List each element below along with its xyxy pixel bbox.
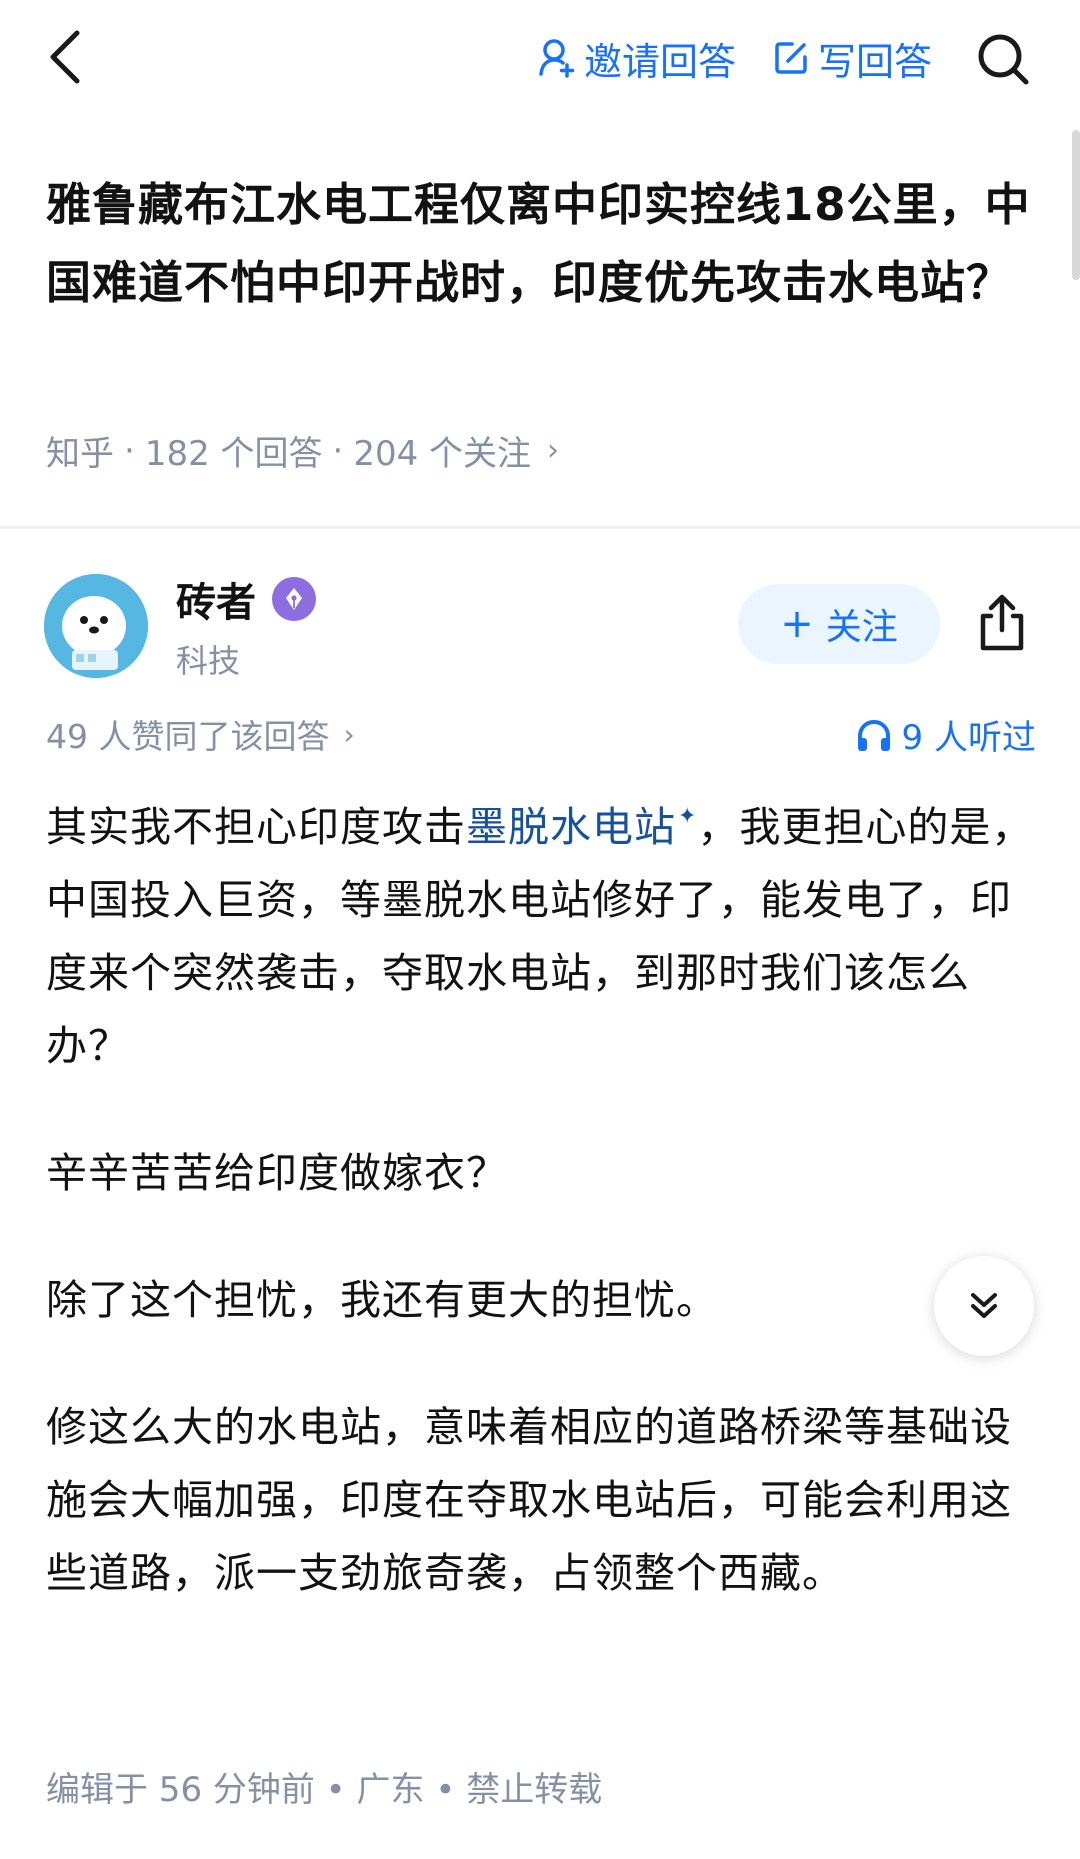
search-button[interactable] — [970, 26, 1036, 92]
share-icon — [980, 594, 1024, 651]
back-button[interactable] — [30, 22, 100, 92]
section-divider — [0, 526, 1080, 529]
votes-link[interactable]: 49 人赞同了该回答 › — [46, 710, 355, 758]
double-chevron-down-icon — [971, 1293, 997, 1318]
answers-count: 182 个回答 — [144, 434, 323, 474]
answer-text: 其实我不担心印度攻击 — [46, 803, 466, 851]
answer-paragraph: 辛辛苦苦给印度做嫁衣？ — [46, 1149, 508, 1197]
keyword-text: 墨脱水电站 — [466, 803, 676, 851]
answer-page: 邀请回答 写回答 雅鲁藏布江水电工程仅离中印实控线18公里，中国难道不怕中印开战… — [0, 0, 1080, 1859]
expand-button[interactable] — [934, 1256, 1034, 1356]
author-tag: 科技 — [176, 642, 241, 680]
answer-paragraph: 除了这个担忧，我还有更大的担忧。 — [46, 1276, 718, 1324]
answer-paragraph: 修这么大的水电站，意味着相应的道路桥梁等基础设施会大幅加强，印度在夺取水电站后，… — [46, 1403, 1012, 1597]
plus-icon: + — [780, 601, 814, 647]
listens-text: 9 人听过 — [901, 718, 1036, 758]
top-bar: 邀请回答 写回答 — [0, 0, 1080, 120]
sparkle-icon: ✦ — [678, 804, 698, 829]
chevron-right-icon: › — [547, 433, 560, 468]
write-answer-button[interactable]: 写回答 — [772, 30, 932, 86]
edit-meta: 编辑于 56 分钟前 • 广东 • 禁止转载 — [46, 1770, 603, 1810]
invite-answer-button[interactable]: 邀请回答 — [538, 30, 736, 86]
question-meta[interactable]: 知乎 · 182 个回答 · 204 个关注 › — [46, 426, 559, 475]
person-plus-icon — [539, 39, 575, 78]
edit-icon — [775, 42, 807, 74]
question-source: 知乎 — [46, 434, 114, 474]
meta-separator: · — [124, 430, 135, 471]
pen-nib-icon — [272, 577, 316, 621]
invite-answer-label: 邀请回答 — [584, 39, 737, 84]
search-icon — [978, 34, 1029, 85]
meta-separator: · — [332, 430, 344, 471]
headphones-icon — [857, 719, 890, 751]
write-answer-label: 写回答 — [818, 39, 933, 84]
keyword-link[interactable]: 墨脱水电站✦ — [466, 803, 697, 851]
author-name[interactable]: 砖者 — [176, 570, 316, 628]
chevron-left-icon — [50, 30, 80, 84]
question-title[interactable]: 雅鲁藏布江水电工程仅离中印实控线18公里，中国难道不怕中印开战时，印度优先攻击水… — [46, 166, 1046, 322]
scrollbar[interactable] — [1072, 130, 1080, 280]
listen-button[interactable]: 9 人听过 — [856, 710, 1036, 759]
followers-count: 204 个关注 — [353, 434, 532, 474]
answer-paragraph: 其实我不担心印度攻击墨脱水电站✦，我更担心的是，中国投入巨资，等墨脱水电站修好了… — [46, 780, 1036, 1083]
answer-content: 其实我不担心印度攻击墨脱水电站✦，我更担心的是，中国投入巨资，等墨脱水电站修好了… — [46, 780, 1036, 1664]
chevron-right-icon: › — [343, 717, 355, 751]
avatar[interactable] — [44, 574, 148, 678]
avatar-image — [44, 574, 148, 678]
follow-label: 关注 — [825, 607, 898, 648]
votes-text: 49 人赞同了该回答 — [46, 717, 330, 756]
author-name-text: 砖者 — [176, 580, 256, 626]
follow-button[interactable]: + 关注 — [738, 584, 940, 664]
share-button[interactable] — [970, 590, 1034, 656]
